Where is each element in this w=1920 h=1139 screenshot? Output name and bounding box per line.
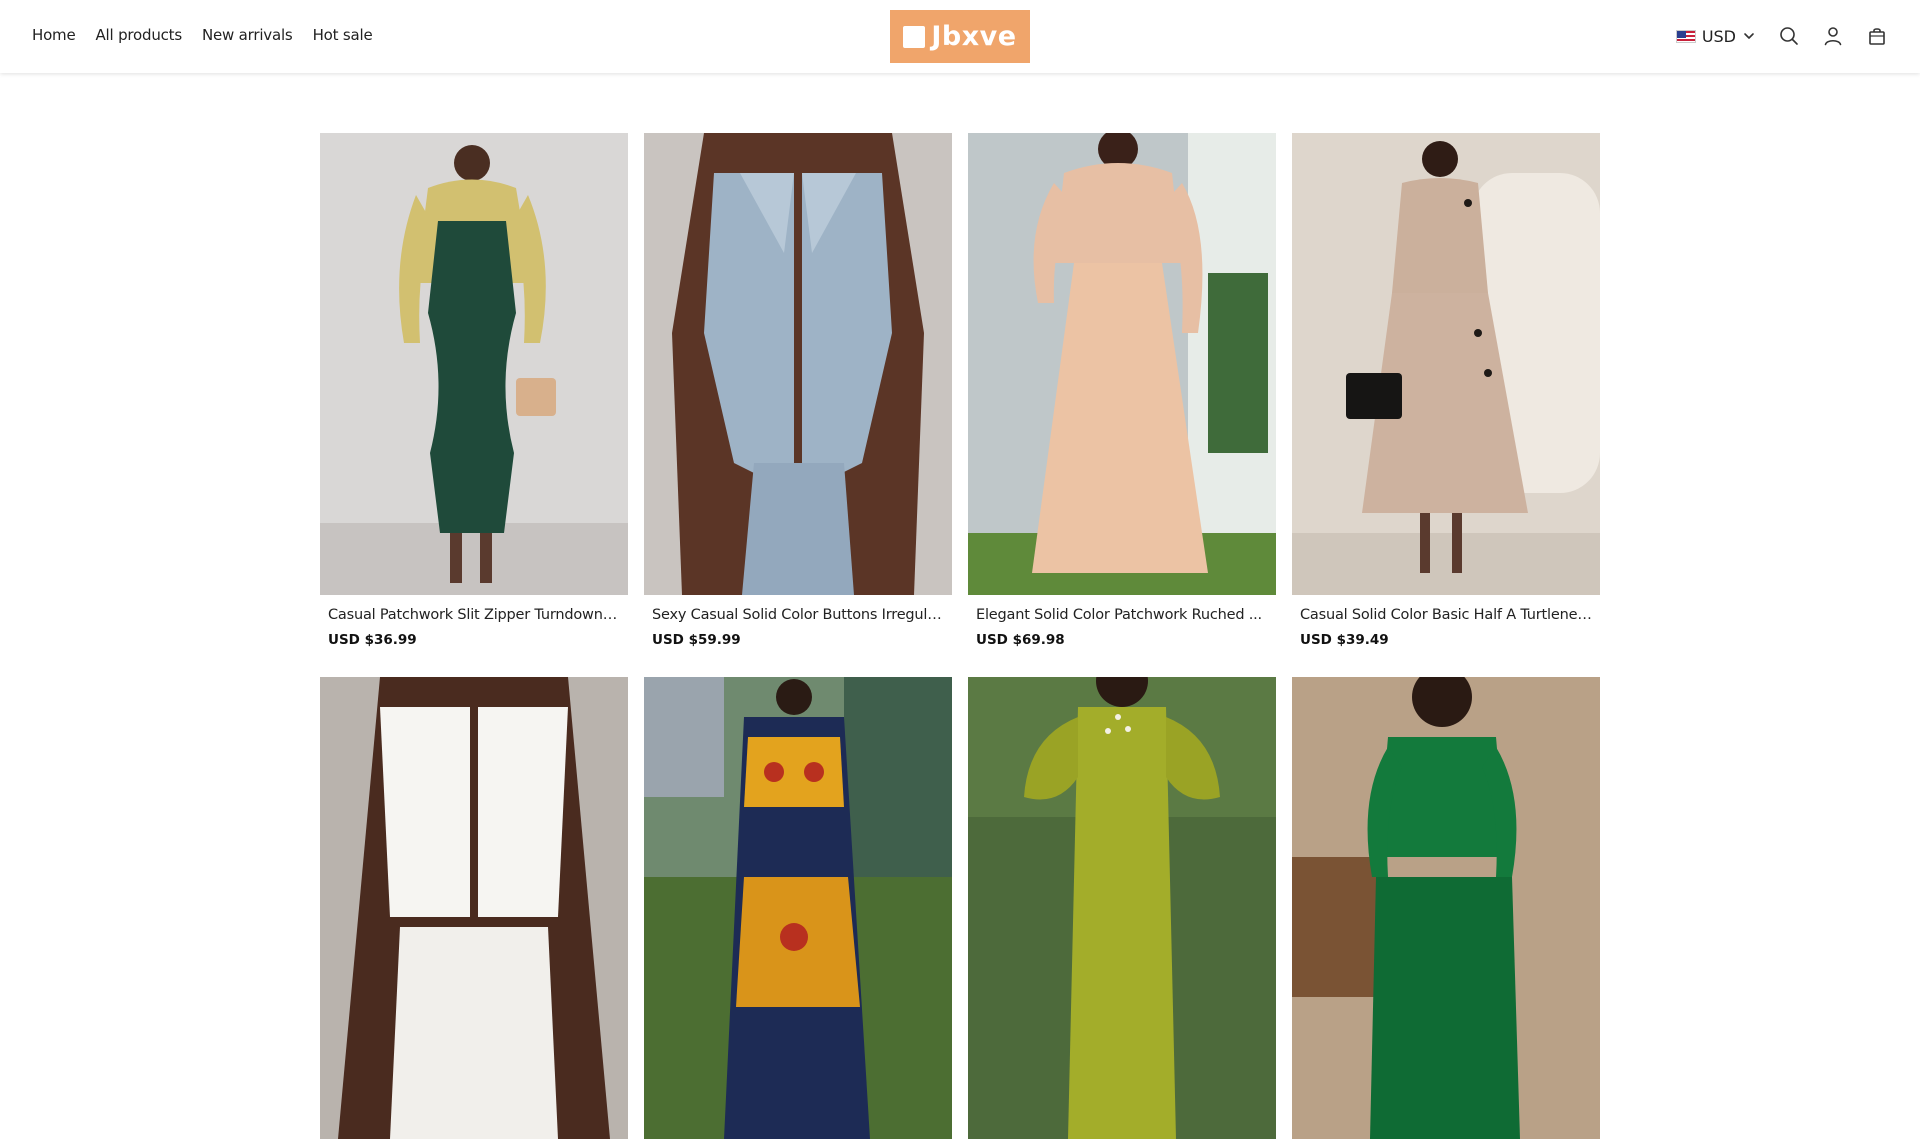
nav-hot-sale[interactable]: Hot sale [313,26,373,44]
product-card[interactable] [320,677,628,1139]
product-price: USD $69.98 [976,632,1065,648]
product-info: Sexy Casual Solid Color Buttons Irregula… [644,595,952,657]
product-card[interactable] [968,677,1276,1139]
currency-selector[interactable]: USD [1675,26,1756,46]
product-price: USD $36.99 [328,632,417,648]
product-name[interactable]: Casual Solid Color Basic Half A Turtlene… [1300,607,1592,623]
account-icon[interactable] [1822,25,1844,47]
product-price: USD $39.49 [1300,632,1389,648]
product-info: Casual Patchwork Slit Zipper Turndown ..… [320,595,628,657]
product-info: Casual Solid Color Basic Half A Turtlene… [1292,595,1600,657]
header-tools: USD [1675,20,1888,52]
product-info: Elegant Solid Color Patchwork Ruched ...… [968,595,1276,657]
chevron-down-icon [1742,29,1756,43]
site-header: Home All products New arrivals Hot sale … [0,0,1920,73]
product-price: USD $59.99 [652,632,741,648]
us-flag-icon [1675,29,1696,43]
logo-mark [903,25,926,48]
nav-all-products[interactable]: All products [96,26,183,44]
store-logo[interactable]: Jbxve [890,10,1030,63]
currency-code: USD [1701,26,1736,46]
product-image[interactable] [968,677,1276,1139]
product-card[interactable] [644,677,952,1139]
product-name[interactable]: Casual Patchwork Slit Zipper Turndown ..… [328,607,620,623]
product-card[interactable]: Casual Solid Color Basic Half A Turtlene… [1292,133,1600,657]
product-image[interactable] [320,677,628,1139]
product-name[interactable]: Sexy Casual Solid Color Buttons Irregula… [652,607,944,623]
cart-icon[interactable] [1866,25,1888,47]
product-name[interactable]: Elegant Solid Color Patchwork Ruched ... [976,607,1268,623]
product-image[interactable] [644,133,952,595]
search-icon[interactable] [1778,25,1800,47]
product-image[interactable] [1292,677,1600,1139]
product-card[interactable] [1292,677,1600,1139]
product-card[interactable]: Casual Patchwork Slit Zipper Turndown ..… [320,133,628,657]
product-image[interactable] [1292,133,1600,595]
product-image[interactable] [644,677,952,1139]
product-image[interactable] [968,133,1276,595]
product-card[interactable]: Sexy Casual Solid Color Buttons Irregula… [644,133,952,657]
product-image[interactable] [320,133,628,595]
logo-text: Jbxve [931,21,1017,52]
product-grid: Casual Patchwork Slit Zipper Turndown ..… [320,133,1600,1139]
product-card[interactable]: Elegant Solid Color Patchwork Ruched ...… [968,133,1276,657]
main-nav: Home All products New arrivals Hot sale [32,26,373,44]
nav-home[interactable]: Home [32,26,76,44]
nav-new-arrivals[interactable]: New arrivals [202,26,293,44]
